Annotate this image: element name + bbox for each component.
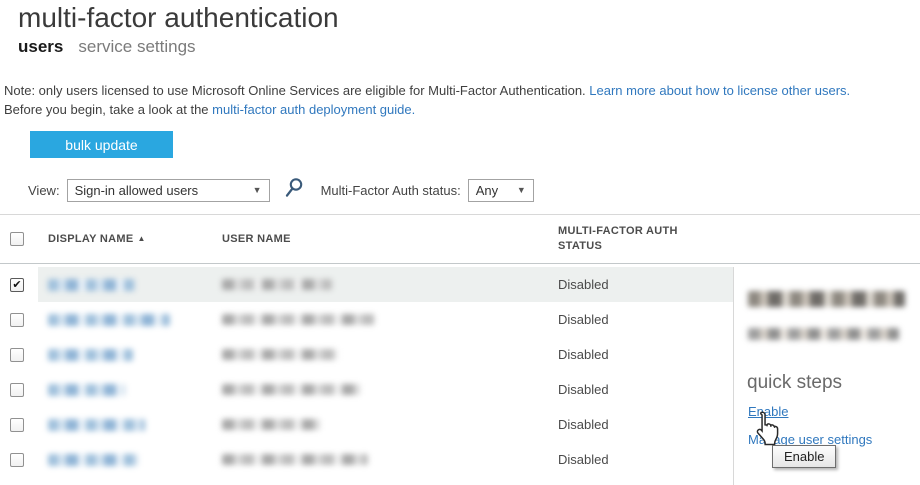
view-label: View: (28, 183, 60, 198)
selected-user-email-redacted (748, 328, 899, 340)
row-checkbox[interactable] (10, 313, 24, 327)
column-header-mfa-status[interactable]: MULTI-FACTOR AUTH STATUS (558, 224, 688, 254)
user-name-redacted (222, 279, 332, 290)
display-name-redacted-link[interactable] (48, 279, 135, 291)
page-title: multi-factor authentication (18, 2, 339, 34)
table-header: DISPLAY NAME ▲ USER NAME MULTI-FACTOR AUT… (0, 214, 920, 264)
tab-service-settings[interactable]: service settings (78, 37, 195, 57)
row-checkbox[interactable] (10, 348, 24, 362)
user-name-redacted (222, 454, 368, 465)
mfa-status-label: Multi-Factor Auth status: (321, 183, 461, 198)
license-note: Note: only users licensed to use Microso… (4, 81, 850, 119)
table-row[interactable]: Disabled (0, 372, 733, 407)
note-line-2-text: Before you begin, take a look at the (4, 102, 209, 117)
row-checkbox[interactable] (10, 383, 24, 397)
license-learn-more-link[interactable]: Learn more about how to license other us… (589, 83, 850, 98)
row-checkbox[interactable] (10, 453, 24, 467)
view-select[interactable]: Sign-in allowed users ▼ (67, 179, 270, 202)
selected-user-name-redacted (748, 291, 905, 307)
table-row[interactable]: Disabled (0, 337, 733, 372)
enable-tooltip: Enable (772, 445, 836, 468)
mfa-status-value: Disabled (558, 382, 733, 397)
mfa-status-select[interactable]: Any ▼ (468, 179, 534, 202)
details-panel-divider (733, 267, 734, 485)
user-name-redacted (222, 419, 320, 430)
table-body: ✔ Disabled Disabled Disabled Disabled Di… (0, 267, 733, 477)
chevron-down-icon: ▼ (253, 185, 262, 195)
mfa-status-value: Disabled (558, 347, 733, 362)
column-header-display-name[interactable]: DISPLAY NAME ▲ (48, 233, 222, 245)
display-name-redacted-link[interactable] (48, 314, 170, 326)
column-header-user-name[interactable]: USER NAME (222, 233, 558, 245)
chevron-down-icon: ▼ (517, 185, 526, 195)
search-icon[interactable] (283, 177, 304, 203)
note-line-1: Note: only users licensed to use Microso… (4, 81, 850, 100)
note-line-1-text: Note: only users licensed to use Microso… (4, 83, 586, 98)
mfa-status-value: Disabled (558, 452, 733, 467)
mfa-status-value: Disabled (558, 417, 733, 432)
display-name-redacted-link[interactable] (48, 419, 145, 431)
filters-row: View: Sign-in allowed users ▼ Multi-Fact… (28, 178, 534, 202)
view-select-value: Sign-in allowed users (75, 183, 199, 198)
mfa-status-value: Disabled (558, 312, 733, 327)
tab-users[interactable]: users (18, 37, 63, 57)
table-row[interactable]: Disabled (0, 442, 733, 477)
display-name-header-label: DISPLAY NAME (48, 233, 134, 245)
mfa-admin-page: multi-factor authentication users servic… (0, 0, 920, 485)
mfa-status-select-value: Any (476, 183, 498, 198)
bulk-update-button[interactable]: bulk update (30, 131, 173, 158)
user-name-redacted (222, 384, 360, 395)
table-row[interactable]: ✔ Disabled (0, 267, 733, 302)
display-name-redacted-link[interactable] (48, 384, 125, 396)
deployment-guide-link[interactable]: multi-factor auth deployment guide. (212, 102, 415, 117)
quick-steps-title: quick steps (747, 372, 842, 394)
note-line-2: Before you begin, take a look at the mul… (4, 100, 850, 119)
mfa-status-value: Disabled (558, 277, 733, 292)
table-row[interactable]: Disabled (0, 407, 733, 442)
row-checkbox[interactable] (10, 418, 24, 432)
table-row[interactable]: Disabled (0, 302, 733, 337)
user-name-redacted (222, 314, 375, 325)
display-name-redacted-link[interactable] (48, 349, 133, 361)
select-all-checkbox[interactable] (10, 232, 24, 246)
tab-bar: users service settings (18, 37, 196, 57)
user-name-redacted (222, 349, 338, 360)
row-checkbox[interactable]: ✔ (10, 278, 24, 292)
display-name-redacted-link[interactable] (48, 454, 138, 466)
sort-ascending-icon: ▲ (138, 234, 146, 243)
